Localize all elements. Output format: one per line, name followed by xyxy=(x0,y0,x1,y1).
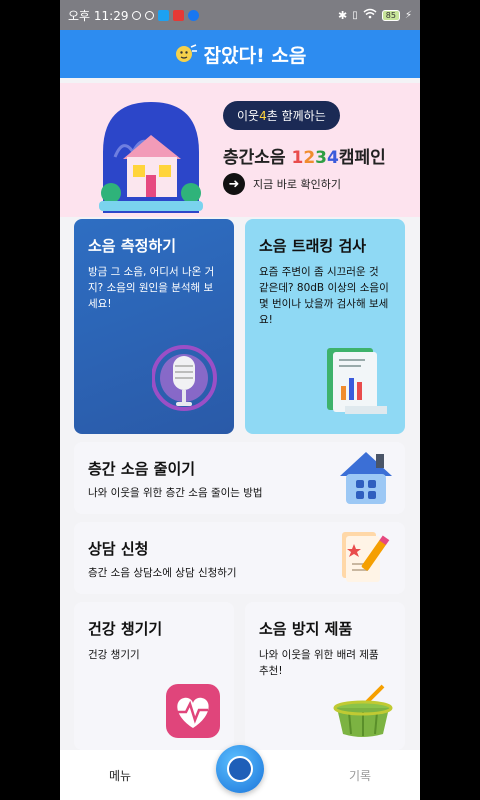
campaign-digit-4: 4 xyxy=(327,148,339,168)
pill-suffix: 촌 함께하는 xyxy=(266,109,326,123)
noise-product-desc: 나와 이웃을 위한 배려 제품 추천! xyxy=(259,649,379,677)
noise-measure-title: 소음 측정하기 xyxy=(88,237,177,255)
document-pencil-icon xyxy=(342,532,390,582)
nav-menu[interactable]: 메뉴 xyxy=(60,767,180,784)
check-now-label: 지금 바로 확인하기 xyxy=(253,178,341,191)
campaign-digit-1: 1 xyxy=(291,148,304,168)
microphone-icon xyxy=(152,345,217,411)
status-time: 오후 11:29 xyxy=(68,8,129,23)
neighbor-pill: 이웃4촌 함께하는 xyxy=(223,101,340,130)
record-circle-icon xyxy=(227,756,253,782)
heart-pulse-icon xyxy=(166,684,220,738)
battery-level: 85 xyxy=(381,9,400,21)
app-notification-icon xyxy=(173,9,185,21)
reduce-noise-card[interactable]: 층간 소음 줄이기 나와 이웃을 위한 층간 소음 줄이는 방법 xyxy=(74,442,405,514)
app-header: 잡았다! 소음 xyxy=(60,30,420,78)
house-icon xyxy=(340,452,392,504)
campaign-digit-3: 3 xyxy=(315,148,328,168)
health-care-card[interactable]: 건강 챙기기 건강 챙기기 xyxy=(74,602,234,750)
campaign-banner[interactable]: 이웃4촌 함께하는 층간소음 1234캠페인 ➜ 지금 바로 확인하기 xyxy=(60,83,420,217)
consult-request-card[interactable]: 상담 신청 층간 소음 상담소에 상담 신청하기 xyxy=(74,522,405,594)
campaign-digit-2: 2 xyxy=(303,148,316,168)
nav-record-label: 기록 xyxy=(348,768,372,783)
app-title: 잡았다! 소음 xyxy=(203,44,307,67)
nav-menu-label: 메뉴 xyxy=(108,768,132,783)
health-care-title: 건강 챙기기 xyxy=(88,620,163,638)
record-fab-button[interactable] xyxy=(216,745,264,793)
check-now-link[interactable]: ➜ 지금 바로 확인하기 xyxy=(223,173,341,195)
vibrate-icon: ▯ xyxy=(352,9,358,21)
twitter-icon xyxy=(158,9,170,21)
pill-number: 4 xyxy=(259,109,267,123)
report-chart-icon xyxy=(327,348,387,414)
alarm-icon xyxy=(145,10,155,20)
charging-icon: ⚡ xyxy=(404,9,412,21)
noise-product-title: 소음 방지 제품 xyxy=(259,620,353,638)
campaign-suffix: 캠페인 xyxy=(338,148,386,168)
arrow-right-icon: ➜ xyxy=(223,173,245,195)
health-care-desc: 건강 챙기기 xyxy=(88,649,140,661)
noise-tracking-card[interactable]: 소음 트래킹 검사 요즘 주변이 좀 시끄러운 것 같은데? 80dB 이상의 … xyxy=(245,219,405,434)
silent-icon xyxy=(132,10,142,20)
app-screen: 오후 11:29 ✱ ▯ 85 ⚡ 잡았다! 소음 이웃4촌 함께하는 층간소음… xyxy=(60,0,420,800)
campaign-prefix: 층간소음 xyxy=(223,148,292,168)
logo-icon xyxy=(175,44,197,62)
shopping-basket-icon xyxy=(333,684,393,737)
noise-measure-desc: 방금 그 소음, 어디서 나온 거지? 소음의 원인을 분석해 보세요! xyxy=(88,266,215,310)
noise-tracking-title: 소음 트래킹 검사 xyxy=(259,237,367,255)
house-illustration xyxy=(99,102,203,213)
messenger-icon xyxy=(188,9,200,21)
noise-measure-card[interactable]: 소음 측정하기 방금 그 소음, 어디서 나온 거지? 소음의 원인을 분석해 … xyxy=(74,219,234,434)
noise-product-card[interactable]: 소음 방지 제품 나와 이웃을 위한 배려 제품 추천! xyxy=(245,602,405,750)
status-bar: 오후 11:29 ✱ ▯ 85 ⚡ xyxy=(60,0,420,30)
bluetooth-icon: ✱ xyxy=(338,8,348,22)
campaign-title: 층간소음 1234캠페인 xyxy=(223,143,386,168)
pill-prefix: 이웃 xyxy=(237,109,260,123)
noise-tracking-desc: 요즘 주변이 좀 시끄러운 것 같은데? 80dB 이상의 소음이 몇 번이나 … xyxy=(259,266,389,326)
wifi-icon xyxy=(363,8,377,22)
nav-record[interactable]: 기록 xyxy=(300,767,420,784)
